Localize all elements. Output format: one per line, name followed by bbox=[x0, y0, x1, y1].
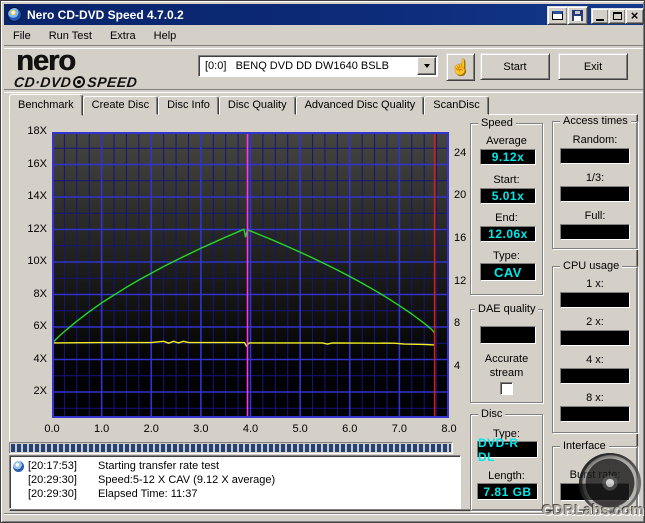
accurate-stream-label: Accurate stream bbox=[484, 353, 529, 379]
disc-panel: Disc Type: DVD-R DL Length: 7.81 GB bbox=[470, 408, 543, 511]
speed-type-value: CAV bbox=[480, 263, 536, 281]
drive-select[interactable]: [0:0] BENQ DVD DD DW1640 BSLB bbox=[198, 55, 438, 77]
cpu-2x-value bbox=[560, 330, 630, 346]
log-time: [20:29:30] bbox=[28, 488, 77, 500]
cpu-4x-label: 4 x: bbox=[586, 354, 604, 366]
speed-average-value: 9.12x bbox=[480, 149, 536, 165]
speed-average-label: Average bbox=[486, 135, 527, 147]
access-random-value bbox=[560, 148, 630, 164]
minimize-icon bbox=[596, 18, 604, 21]
log-time: [20:29:30] bbox=[28, 474, 77, 486]
access-random-label: Random: bbox=[572, 134, 618, 146]
speed-type-label: Type: bbox=[493, 250, 520, 262]
menu-run-test[interactable]: Run Test bbox=[40, 28, 101, 44]
cd-dvd-speed-logo: CD·DVD SPEED bbox=[13, 74, 138, 90]
log-time: [20:17:53] bbox=[28, 460, 77, 472]
cpu-4x-value bbox=[560, 368, 630, 384]
maximize-button[interactable] bbox=[608, 8, 626, 24]
window-title: Nero CD-DVD Speed 4.7.0.2 bbox=[27, 7, 184, 22]
dae-quality-value bbox=[480, 326, 536, 344]
progress-bar bbox=[9, 442, 453, 454]
disc-icon bbox=[72, 76, 87, 88]
access-full-label: Full: bbox=[584, 210, 606, 222]
access-third-label: 1/3: bbox=[585, 172, 605, 184]
watermark-text: CDRLabs.com bbox=[542, 502, 645, 519]
app-icon bbox=[7, 7, 22, 22]
cpu-usage-panel: CPU usage 1 x: 2 x: 4 x: 8 x: bbox=[552, 260, 638, 433]
dae-quality-panel: DAE quality Accurate stream bbox=[470, 303, 543, 403]
tab-disc-quality[interactable]: Disc Quality bbox=[218, 96, 296, 115]
speed-end-value: 12.06x bbox=[480, 226, 536, 242]
save-button[interactable] bbox=[567, 6, 588, 25]
menu-separator bbox=[4, 45, 643, 49]
speed-start-label: Start: bbox=[493, 174, 520, 186]
access-full-value bbox=[560, 224, 630, 240]
menu-help[interactable]: Help bbox=[145, 28, 186, 44]
accurate-stream-checkbox[interactable] bbox=[500, 382, 513, 395]
tab-bar: Benchmark Create Disc Disc Info Disc Qua… bbox=[9, 93, 489, 116]
close-button[interactable]: × bbox=[625, 8, 644, 24]
exit-button[interactable]: Exit bbox=[558, 53, 628, 80]
cpu-usage-title: CPU usage bbox=[560, 260, 623, 272]
drive-info-button[interactable]: ☝ bbox=[446, 53, 475, 81]
speed-start-value: 5.01x bbox=[480, 188, 536, 204]
app-window: Nero CD-DVD Speed 4.7.0.2 × File Run Tes… bbox=[0, 0, 645, 523]
disc-length-value: 7.81 GB bbox=[477, 483, 538, 500]
disc-panel-title: Disc bbox=[478, 408, 506, 420]
dae-quality-title: DAE quality bbox=[475, 303, 539, 315]
tab-create-disc[interactable]: Create Disc bbox=[82, 96, 159, 115]
access-times-panel: Access times Random: 1/3: Full: bbox=[552, 115, 638, 249]
screenshot-button[interactable] bbox=[547, 6, 568, 25]
drive-select-value: [0:0] BENQ DVD DD DW1640 BSLB bbox=[205, 60, 390, 72]
cpu-2x-label: 2 x: bbox=[586, 316, 604, 328]
speed-panel-title: Speed bbox=[478, 117, 516, 129]
maximize-icon bbox=[612, 12, 622, 20]
menu-bar: File Run Test Extra Help bbox=[4, 27, 643, 45]
tab-disc-info[interactable]: Disc Info bbox=[158, 96, 219, 115]
start-button[interactable]: Start bbox=[480, 53, 550, 80]
access-third-value bbox=[560, 186, 630, 202]
close-icon: × bbox=[630, 8, 639, 23]
tab-advanced-disc-quality[interactable]: Advanced Disc Quality bbox=[295, 96, 425, 115]
cpu-1x-value bbox=[560, 292, 630, 308]
floppy-icon bbox=[572, 10, 583, 21]
tab-benchmark[interactable]: Benchmark bbox=[9, 94, 83, 116]
minimize-button[interactable] bbox=[591, 8, 609, 24]
log-disc-icon bbox=[13, 461, 24, 472]
cpu-8x-label: 8 x: bbox=[586, 392, 604, 404]
tab-scandisc[interactable]: ScanDisc bbox=[424, 96, 489, 115]
menu-extra[interactable]: Extra bbox=[101, 28, 145, 44]
progress-bar-fill bbox=[11, 444, 451, 452]
window-icon bbox=[552, 11, 563, 20]
speed-end-label: End: bbox=[495, 212, 518, 224]
speed-panel: Speed Average 9.12x Start: 5.01x End: 12… bbox=[470, 117, 543, 295]
chevron-down-icon bbox=[423, 64, 430, 68]
benchmark-chart bbox=[51, 132, 449, 418]
disc-type-value: DVD-R DL bbox=[477, 436, 538, 464]
logo-cd-dvd-text: CD·DVD bbox=[13, 74, 73, 90]
cpu-1x-label: 1 x: bbox=[586, 278, 604, 290]
menu-file[interactable]: File bbox=[4, 28, 40, 44]
log-list[interactable]: [20:17:53] Starting transfer rate test [… bbox=[9, 455, 461, 509]
log-text: Elapsed Time: 11:37 bbox=[98, 488, 198, 500]
log-text: Speed:5-12 X CAV (9.12 X average) bbox=[98, 474, 276, 486]
interface-title: Interface bbox=[560, 440, 609, 452]
drive-select-arrow[interactable] bbox=[417, 57, 436, 75]
hand-icon: ☝ bbox=[451, 59, 470, 76]
cpu-8x-value bbox=[560, 406, 630, 422]
access-times-title: Access times bbox=[560, 115, 631, 127]
disc-length-label: Length: bbox=[488, 470, 525, 482]
logo-speed-text: SPEED bbox=[86, 74, 139, 90]
log-text: Starting transfer rate test bbox=[98, 460, 220, 472]
